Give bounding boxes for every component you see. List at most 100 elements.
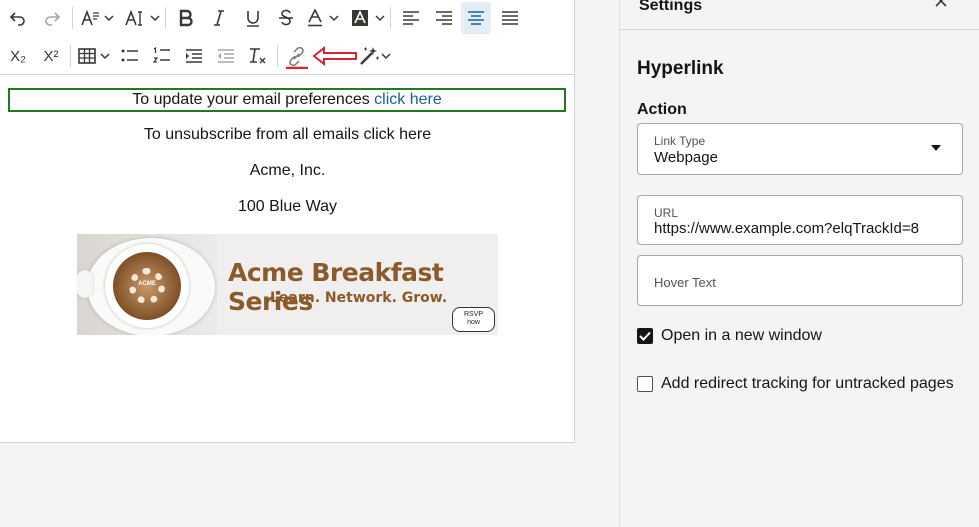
caret-down-icon [931, 145, 941, 151]
undo-button[interactable] [0, 2, 36, 34]
font-size-dropdown[interactable] [149, 2, 161, 34]
bold-icon [179, 9, 193, 27]
url-value: https://www.example.com?elqTrackId=8 [654, 220, 919, 237]
justify-icon [502, 11, 518, 25]
url-label: URL [654, 206, 679, 220]
font-family-button[interactable] [77, 2, 103, 34]
underline-button[interactable] [236, 2, 270, 34]
highlight-button[interactable] [346, 2, 374, 34]
align-left-icon [403, 11, 419, 25]
toolbar-divider [0, 74, 575, 75]
subscript-icon: X₂ [10, 47, 26, 65]
justify-button[interactable] [491, 2, 529, 34]
bullet-list-button[interactable] [115, 40, 145, 72]
toolbar-separator [72, 7, 73, 29]
toolbar-row-2: X₂ X² [0, 38, 392, 74]
banner-subtitle: Learn. Network. Grow. [270, 290, 448, 306]
outdent-button[interactable] [209, 40, 243, 72]
align-right-button[interactable] [427, 2, 461, 34]
text-color-button[interactable] [302, 2, 328, 34]
italic-icon [214, 10, 224, 26]
checkmark-icon [639, 331, 651, 341]
panel-header: Settings [620, 0, 979, 30]
rsvp-line-1: RSVP [463, 311, 484, 318]
link-icon [286, 46, 308, 69]
selected-text-block[interactable]: To update your email preferences click h… [8, 88, 566, 112]
font-family-dropdown[interactable] [103, 2, 115, 34]
numbered-list-button[interactable] [145, 40, 179, 72]
link-button[interactable] [282, 40, 312, 72]
red-arrow-icon [312, 46, 357, 66]
align-center-button[interactable] [461, 2, 491, 34]
magic-wand-button[interactable] [358, 40, 380, 72]
open-new-window-checkbox[interactable] [637, 328, 653, 344]
toolbar-row-1 [0, 0, 529, 36]
cup-handle [77, 270, 93, 298]
annotation-arrow [312, 40, 358, 72]
link-type-label: Link Type [654, 134, 706, 148]
superscript-button[interactable]: X² [36, 40, 66, 72]
breakfast-series-banner[interactable]: ACME Acme Breakfast Series Learn. Networ… [77, 234, 498, 335]
align-left-button[interactable] [395, 2, 427, 34]
company-name-text[interactable]: Acme, Inc. [0, 162, 575, 180]
redo-button[interactable] [36, 2, 68, 34]
toolbar-separator [70, 45, 71, 67]
subscript-button[interactable]: X₂ [0, 40, 36, 72]
toolbar-separator [165, 7, 166, 29]
numbered-list-icon [153, 47, 170, 63]
align-right-icon [436, 11, 452, 25]
url-field[interactable]: URL https://www.example.com?elqTrackId=8 [637, 195, 963, 245]
hover-text-label: Hover Text [654, 275, 716, 290]
settings-panel: Settings Hyperlink Action Link Type Webp… [619, 0, 979, 527]
magic-wand-icon [360, 47, 379, 65]
coffee-image: ACME [77, 234, 217, 335]
hover-text-field[interactable]: Hover Text [637, 255, 963, 306]
open-new-window-option[interactable]: Open in a new window [637, 327, 822, 345]
highlight-icon [352, 10, 368, 26]
chevron-down-icon [381, 53, 391, 60]
font-size-button[interactable] [121, 2, 149, 34]
link-type-select[interactable]: Link Type Webpage [637, 123, 963, 175]
strikethrough-button[interactable] [270, 2, 302, 34]
chevron-down-icon [329, 15, 339, 22]
link-type-value: Webpage [654, 149, 718, 166]
bold-button[interactable] [170, 2, 202, 34]
clear-format-icon [250, 48, 266, 64]
redo-icon [45, 12, 61, 26]
font-family-icon [81, 9, 99, 26]
strikethrough-icon [279, 9, 293, 26]
redirect-tracking-label: Add redirect tracking for untracked page… [661, 375, 954, 392]
unsubscribe-text[interactable]: To unsubscribe from all emails click her… [0, 126, 575, 144]
table-dropdown[interactable] [99, 40, 111, 72]
redirect-tracking-option[interactable]: Add redirect tracking for untracked page… [637, 375, 954, 393]
email-editor: X₂ X² To update your email preferences c… [0, 0, 575, 443]
toolbar-separator [277, 45, 278, 67]
underline-icon [247, 11, 259, 27]
chevron-down-icon [100, 53, 110, 60]
font-size-icon [125, 9, 142, 26]
toolbar-separator [390, 7, 391, 29]
chevron-down-icon [104, 15, 114, 22]
clear-format-button[interactable] [243, 40, 273, 72]
magic-wand-dropdown[interactable] [380, 40, 392, 72]
align-center-icon [468, 11, 484, 25]
indent-button[interactable] [179, 40, 209, 72]
bullet-list-icon [121, 49, 138, 62]
close-button[interactable] [934, 0, 948, 13]
rsvp-badge: RSVP now [452, 307, 495, 332]
preferences-link[interactable]: click here [374, 91, 442, 108]
action-label: Action [637, 101, 687, 118]
table-button[interactable] [75, 40, 99, 72]
table-icon [78, 48, 96, 64]
text-color-dropdown[interactable] [328, 2, 340, 34]
undo-icon [9, 12, 25, 26]
indent-icon [186, 49, 202, 63]
redirect-tracking-checkbox[interactable] [637, 376, 653, 392]
logo-text: ACME [138, 281, 156, 287]
italic-button[interactable] [202, 2, 236, 34]
chevron-down-icon [375, 15, 385, 22]
highlight-dropdown[interactable] [374, 2, 386, 34]
panel-title: Settings [639, 0, 703, 14]
section-title: Hyperlink [637, 58, 724, 79]
address-text[interactable]: 100 Blue Way [0, 198, 575, 216]
